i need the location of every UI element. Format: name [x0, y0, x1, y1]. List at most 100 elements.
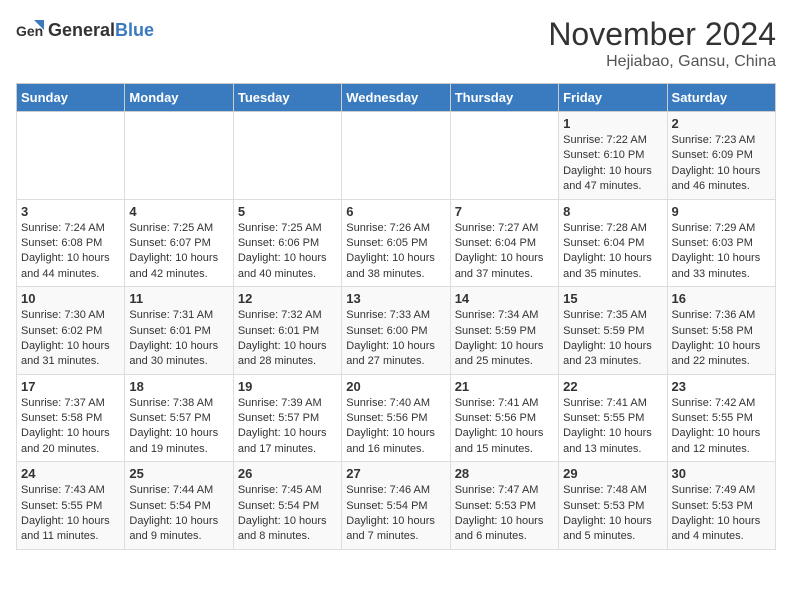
day-content: Sunrise: 7:42 AM Sunset: 5:55 PM Dayligh… — [672, 396, 771, 458]
day-number: 28 — [455, 466, 554, 481]
day-cell: 29 Sunrise: 7:48 AM Sunset: 5:53 PM Dayli… — [559, 462, 667, 550]
calendar-subtitle: Hejiabao, Gansu, China — [548, 53, 776, 71]
day-content: Sunrise: 7:48 AM Sunset: 5:53 PM Dayligh… — [563, 483, 662, 545]
calendar-body: 1Sunrise: 7:22 AM Sunset: 6:10 PM Daylig… — [17, 112, 776, 550]
day-cell: 11 Sunrise: 7:31 AM Sunset: 6:01 PM Dayli… — [125, 287, 233, 375]
day-cell: 25 Sunrise: 7:44 AM Sunset: 5:54 PM Dayli… — [125, 462, 233, 550]
day-number: 6 — [346, 204, 445, 219]
day-cell: 23 Sunrise: 7:42 AM Sunset: 5:55 PM Dayli… — [667, 374, 775, 462]
day-number: 26 — [238, 466, 337, 481]
day-number: 3 — [21, 204, 120, 219]
week-row-3: 10 Sunrise: 7:30 AM Sunset: 6:02 PM Dayli… — [17, 287, 776, 375]
day-content: Sunrise: 7:31 AM Sunset: 6:01 PM Dayligh… — [129, 308, 228, 370]
day-cell: 24 Sunrise: 7:43 AM Sunset: 5:55 PM Dayli… — [17, 462, 125, 550]
calendar-title: November 2024 — [548, 16, 776, 53]
day-cell: 16Sunrise: 7:36 AM Sunset: 5:58 PM Dayli… — [667, 287, 775, 375]
day-content: Sunrise: 7:27 AM Sunset: 6:04 PM Dayligh… — [455, 221, 554, 283]
week-row-5: 24 Sunrise: 7:43 AM Sunset: 5:55 PM Dayli… — [17, 462, 776, 550]
weekday-header-row: SundayMondayTuesdayWednesdayThursdayFrid… — [17, 84, 776, 112]
day-content: Sunrise: 7:34 AM Sunset: 5:59 PM Dayligh… — [455, 308, 554, 370]
day-number: 29 — [563, 466, 662, 481]
weekday-header-tuesday: Tuesday — [233, 84, 341, 112]
day-content: Sunrise: 7:24 AM Sunset: 6:08 PM Dayligh… — [21, 221, 120, 283]
day-content: Sunrise: 7:25 AM Sunset: 6:07 PM Dayligh… — [129, 221, 228, 283]
svg-text:Gen: Gen — [16, 23, 43, 39]
day-content: Sunrise: 7:47 AM Sunset: 5:53 PM Dayligh… — [455, 483, 554, 545]
day-content: Sunrise: 7:35 AM Sunset: 5:59 PM Dayligh… — [563, 308, 662, 370]
day-number: 12 — [238, 291, 337, 306]
day-number: 21 — [455, 379, 554, 394]
day-cell: 17 Sunrise: 7:37 AM Sunset: 5:58 PM Dayli… — [17, 374, 125, 462]
day-content: Sunrise: 7:43 AM Sunset: 5:55 PM Dayligh… — [21, 483, 120, 545]
day-cell: 26 Sunrise: 7:45 AM Sunset: 5:54 PM Dayli… — [233, 462, 341, 550]
day-number: 24 — [21, 466, 120, 481]
logo: Gen GeneralBlue — [16, 16, 154, 44]
day-cell — [125, 112, 233, 200]
day-cell: 5Sunrise: 7:25 AM Sunset: 6:06 PM Daylig… — [233, 199, 341, 287]
day-cell: 9 Sunrise: 7:29 AM Sunset: 6:03 PM Daylig… — [667, 199, 775, 287]
day-cell: 7 Sunrise: 7:27 AM Sunset: 6:04 PM Daylig… — [450, 199, 558, 287]
day-number: 9 — [672, 204, 771, 219]
weekday-header-friday: Friday — [559, 84, 667, 112]
day-content: Sunrise: 7:23 AM Sunset: 6:09 PM Dayligh… — [672, 133, 771, 195]
day-number: 2 — [672, 116, 771, 131]
day-content: Sunrise: 7:37 AM Sunset: 5:58 PM Dayligh… — [21, 396, 120, 458]
logo-icon: Gen — [16, 16, 44, 44]
day-cell: 14 Sunrise: 7:34 AM Sunset: 5:59 PM Dayli… — [450, 287, 558, 375]
day-cell — [233, 112, 341, 200]
day-number: 22 — [563, 379, 662, 394]
day-content: Sunrise: 7:33 AM Sunset: 6:00 PM Dayligh… — [346, 308, 445, 370]
day-number: 10 — [21, 291, 120, 306]
day-number: 5 — [238, 204, 337, 219]
day-content: Sunrise: 7:44 AM Sunset: 5:54 PM Dayligh… — [129, 483, 228, 545]
day-cell: 30Sunrise: 7:49 AM Sunset: 5:53 PM Dayli… — [667, 462, 775, 550]
day-cell: 20Sunrise: 7:40 AM Sunset: 5:56 PM Dayli… — [342, 374, 450, 462]
day-number: 17 — [21, 379, 120, 394]
day-cell: 8 Sunrise: 7:28 AM Sunset: 6:04 PM Daylig… — [559, 199, 667, 287]
day-content: Sunrise: 7:36 AM Sunset: 5:58 PM Dayligh… — [672, 308, 771, 370]
day-content: Sunrise: 7:40 AM Sunset: 5:56 PM Dayligh… — [346, 396, 445, 458]
day-cell — [17, 112, 125, 200]
day-number: 25 — [129, 466, 228, 481]
day-number: 7 — [455, 204, 554, 219]
logo-general-text: General — [48, 20, 115, 40]
day-content: Sunrise: 7:45 AM Sunset: 5:54 PM Dayligh… — [238, 483, 337, 545]
day-number: 1 — [563, 116, 662, 131]
day-cell: 4 Sunrise: 7:25 AM Sunset: 6:07 PM Daylig… — [125, 199, 233, 287]
day-number: 23 — [672, 379, 771, 394]
day-cell: 2 Sunrise: 7:23 AM Sunset: 6:09 PM Daylig… — [667, 112, 775, 200]
day-content: Sunrise: 7:32 AM Sunset: 6:01 PM Dayligh… — [238, 308, 337, 370]
day-cell: 28 Sunrise: 7:47 AM Sunset: 5:53 PM Dayli… — [450, 462, 558, 550]
weekday-header-thursday: Thursday — [450, 84, 558, 112]
day-content: Sunrise: 7:30 AM Sunset: 6:02 PM Dayligh… — [21, 308, 120, 370]
day-content: Sunrise: 7:46 AM Sunset: 5:54 PM Dayligh… — [346, 483, 445, 545]
page-header: Gen GeneralBlue November 2024 Hejiabao, … — [16, 16, 776, 71]
day-cell: 27Sunrise: 7:46 AM Sunset: 5:54 PM Dayli… — [342, 462, 450, 550]
day-number: 11 — [129, 291, 228, 306]
day-number: 15 — [563, 291, 662, 306]
day-cell: 15 Sunrise: 7:35 AM Sunset: 5:59 PM Dayli… — [559, 287, 667, 375]
day-cell — [342, 112, 450, 200]
day-number: 13 — [346, 291, 445, 306]
day-cell: 13 Sunrise: 7:33 AM Sunset: 6:00 PM Dayli… — [342, 287, 450, 375]
day-content: Sunrise: 7:29 AM Sunset: 6:03 PM Dayligh… — [672, 221, 771, 283]
day-number: 19 — [238, 379, 337, 394]
day-content: Sunrise: 7:41 AM Sunset: 5:56 PM Dayligh… — [455, 396, 554, 458]
day-cell: 22Sunrise: 7:41 AM Sunset: 5:55 PM Dayli… — [559, 374, 667, 462]
weekday-header-saturday: Saturday — [667, 84, 775, 112]
day-content: Sunrise: 7:39 AM Sunset: 5:57 PM Dayligh… — [238, 396, 337, 458]
logo-blue-text: Blue — [115, 20, 154, 40]
day-content: Sunrise: 7:26 AM Sunset: 6:05 PM Dayligh… — [346, 221, 445, 283]
day-number: 4 — [129, 204, 228, 219]
day-cell: 12 Sunrise: 7:32 AM Sunset: 6:01 PM Dayli… — [233, 287, 341, 375]
weekday-header-monday: Monday — [125, 84, 233, 112]
day-number: 14 — [455, 291, 554, 306]
week-row-4: 17 Sunrise: 7:37 AM Sunset: 5:58 PM Dayli… — [17, 374, 776, 462]
day-content: Sunrise: 7:28 AM Sunset: 6:04 PM Dayligh… — [563, 221, 662, 283]
day-number: 30 — [672, 466, 771, 481]
day-cell: 19 Sunrise: 7:39 AM Sunset: 5:57 PM Dayli… — [233, 374, 341, 462]
day-cell: 10 Sunrise: 7:30 AM Sunset: 6:02 PM Dayli… — [17, 287, 125, 375]
day-number: 8 — [563, 204, 662, 219]
title-block: November 2024 Hejiabao, Gansu, China — [548, 16, 776, 71]
day-cell: 1Sunrise: 7:22 AM Sunset: 6:10 PM Daylig… — [559, 112, 667, 200]
